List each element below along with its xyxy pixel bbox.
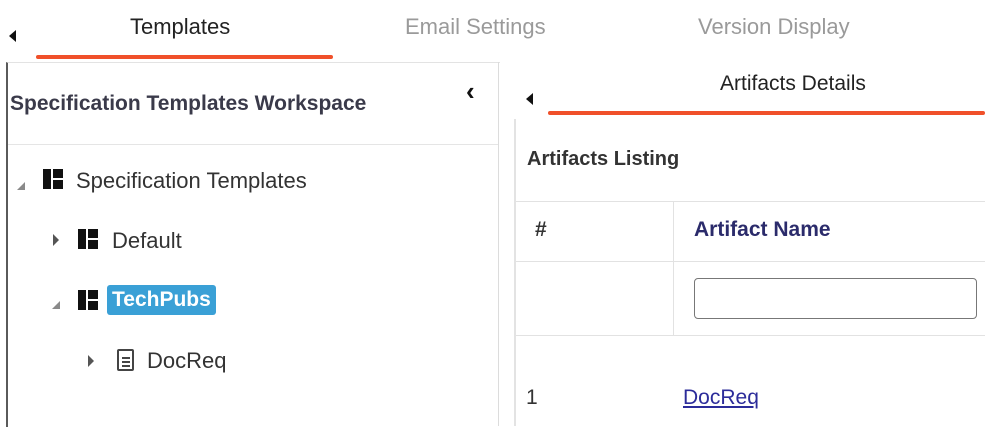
artifact-name-filter-input[interactable] — [694, 278, 977, 319]
tree-toggle-root[interactable] — [17, 182, 25, 190]
tree-toggle-techpubs[interactable] — [52, 301, 60, 309]
table-column-divider — [673, 201, 674, 335]
document-icon — [117, 349, 134, 371]
artifacts-listing-title: Artifacts Listing — [527, 148, 680, 170]
tabs-scroll-left-arrow[interactable] — [9, 30, 16, 42]
tree-item-specification-templates[interactable]: Specification Templates — [76, 168, 307, 194]
tab-artifacts-details[interactable]: Artifacts Details — [720, 72, 866, 96]
tab-templates[interactable]: Templates — [130, 14, 230, 40]
tree-item-techpubs[interactable]: TechPubs — [107, 285, 216, 315]
table-filter-bottom-border — [516, 335, 985, 336]
template-grid-icon — [78, 229, 98, 249]
tab-email-settings[interactable]: Email Settings — [405, 14, 546, 40]
template-grid-icon — [78, 290, 98, 310]
workspace-divider — [8, 144, 498, 145]
workspace-title: Specification Templates Workspace — [10, 92, 367, 115]
tree-item-docreq[interactable]: DocReq — [147, 348, 226, 374]
details-scroll-left-arrow[interactable] — [526, 93, 533, 105]
table-header-bottom-border — [516, 261, 985, 262]
tree-toggle-default[interactable] — [53, 234, 59, 246]
collapse-panel-button[interactable]: ‹ — [466, 78, 475, 104]
artifact-link-docreq[interactable]: DocReq — [683, 386, 759, 410]
tree-item-default[interactable]: Default — [112, 228, 182, 254]
tab-version-display[interactable]: Version Display — [698, 14, 850, 40]
active-tab-indicator — [36, 55, 333, 59]
template-grid-icon — [43, 169, 63, 189]
tree-toggle-docreq[interactable] — [88, 355, 94, 367]
row-number: 1 — [526, 386, 538, 409]
panel-splitter[interactable] — [498, 62, 499, 426]
active-details-tab-indicator — [548, 111, 985, 115]
table-header-top-border — [516, 201, 985, 202]
column-header-artifact-name[interactable]: Artifact Name — [694, 218, 831, 242]
column-header-number[interactable]: # — [535, 218, 547, 242]
